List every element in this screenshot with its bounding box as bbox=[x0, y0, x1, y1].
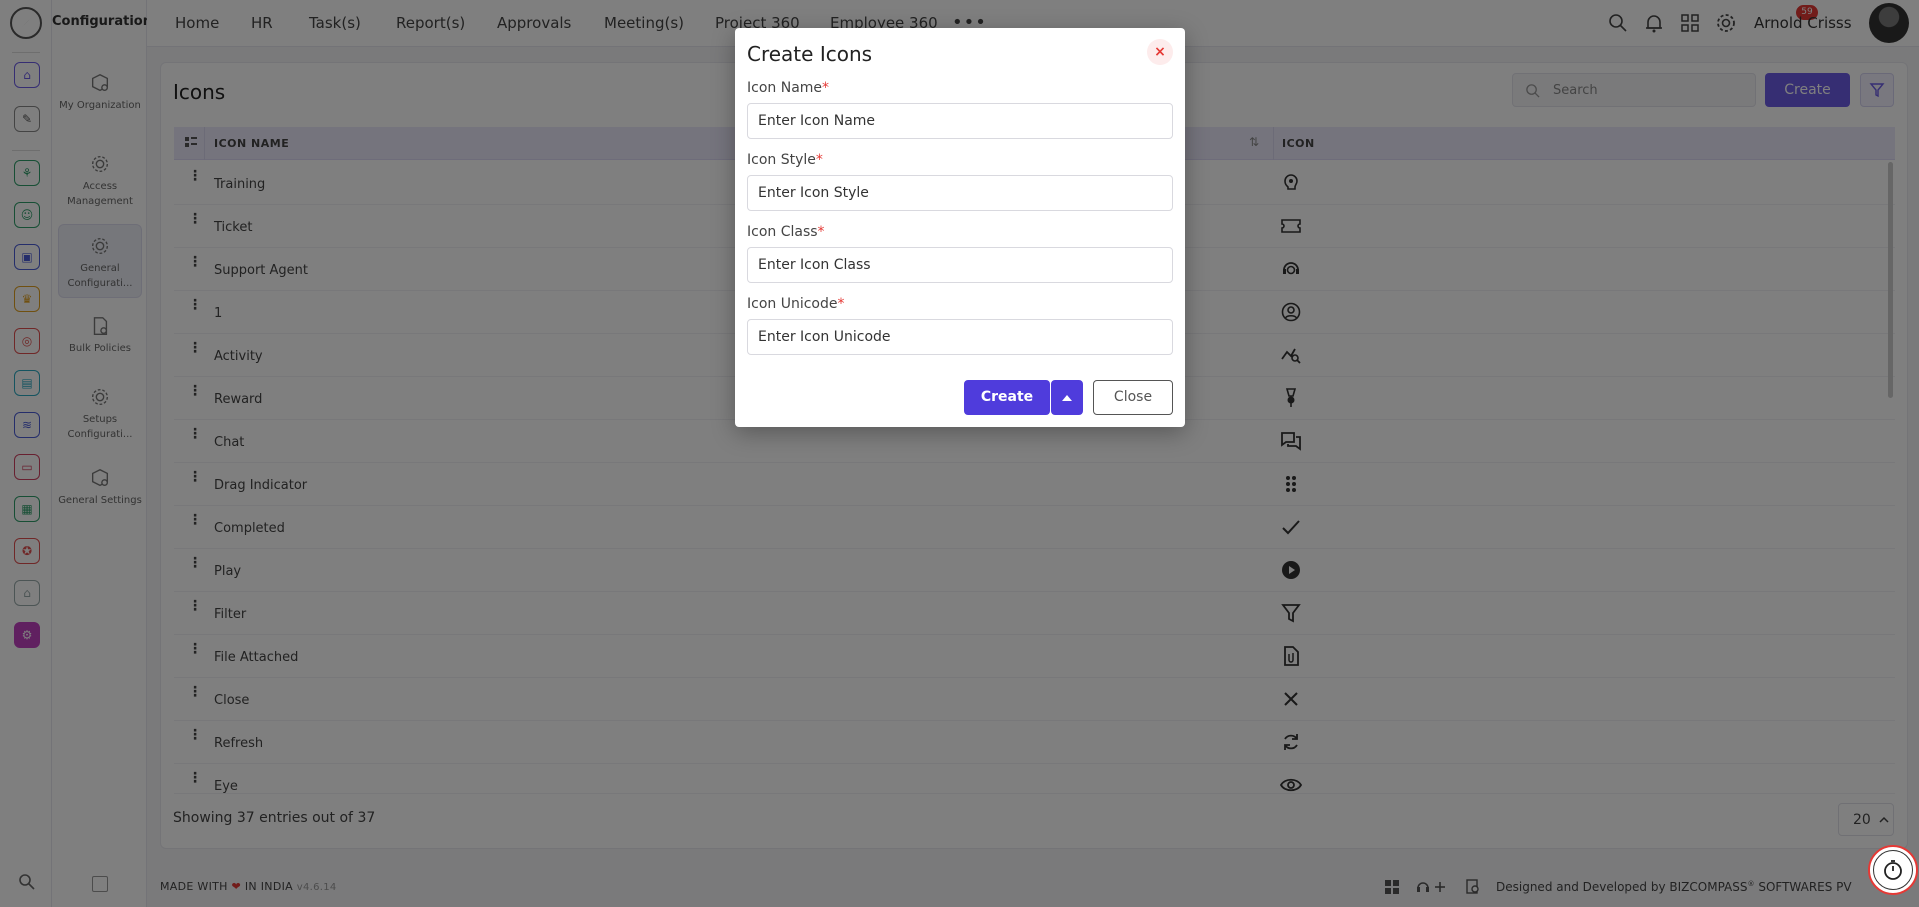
icon-unicode-label: Icon Unicode* bbox=[747, 296, 845, 312]
required-mark: * bbox=[837, 296, 845, 312]
icon-class-input[interactable] bbox=[747, 247, 1173, 283]
icon-name-input[interactable] bbox=[747, 103, 1173, 139]
field-label: Icon Class bbox=[747, 224, 818, 240]
stopwatch-icon bbox=[1884, 860, 1902, 880]
icon-style-input[interactable] bbox=[747, 175, 1173, 211]
create-options-dropdown[interactable] bbox=[1051, 380, 1083, 415]
field-label: Icon Style bbox=[747, 152, 816, 168]
icon-style-label: Icon Style* bbox=[747, 152, 823, 168]
required-mark: * bbox=[815, 152, 823, 168]
caret-up-icon bbox=[1062, 394, 1072, 401]
field-label: Icon Unicode bbox=[747, 296, 838, 312]
timer-button[interactable] bbox=[1868, 845, 1918, 895]
create-button[interactable]: Create bbox=[964, 380, 1050, 415]
icon-class-label: Icon Class* bbox=[747, 224, 825, 240]
field-label: Icon Name bbox=[747, 80, 823, 96]
close-button[interactable]: Close bbox=[1093, 380, 1173, 415]
icon-unicode-input[interactable] bbox=[747, 319, 1173, 355]
create-icons-modal: Create Icons × Icon Name* Icon Style* Ic… bbox=[735, 28, 1185, 427]
required-mark: * bbox=[817, 224, 825, 240]
icon-name-label: Icon Name* bbox=[747, 80, 829, 96]
modal-close-icon[interactable]: × bbox=[1147, 39, 1173, 65]
required-mark: * bbox=[822, 80, 830, 96]
modal-title: Create Icons bbox=[747, 42, 873, 66]
